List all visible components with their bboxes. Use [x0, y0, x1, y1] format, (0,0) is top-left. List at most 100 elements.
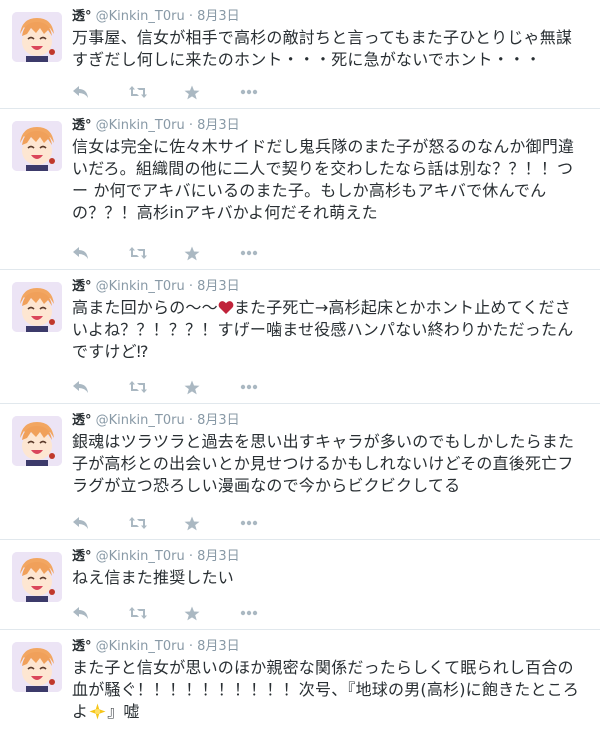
tweet-text-segment: また子死亡→高杉起床とかホント止めてくださ — [233, 298, 571, 317]
heart-icon — [218, 301, 234, 314]
retweet-button[interactable] — [128, 514, 184, 532]
user-name[interactable]: 透° — [72, 549, 92, 564]
tweet-line: よ』嘘 — [72, 701, 592, 723]
retweet-icon — [129, 607, 147, 619]
tweet-date[interactable]: 8月3日 — [197, 549, 240, 564]
reply-button[interactable] — [72, 83, 128, 101]
tweet-date[interactable]: 8月3日 — [197, 639, 240, 654]
tweet-header: 透° @Kinkin_T0ru · 8月3日 — [72, 117, 240, 135]
user-handle[interactable]: @Kinkin_T0ru — [96, 549, 185, 564]
user-handle[interactable]: @Kinkin_T0ru — [96, 9, 185, 24]
more-button[interactable] — [240, 378, 296, 396]
retweet-button[interactable] — [128, 604, 184, 622]
favorite-button[interactable] — [184, 604, 240, 622]
tweet-text-segment: 』嘘 — [107, 702, 140, 721]
tweet-date[interactable]: 8月3日 — [197, 9, 240, 24]
user-name[interactable]: 透° — [72, 9, 92, 24]
tweet[interactable]: 透° @Kinkin_T0ru · 8月3日 万事屋、信女が相手で高杉の敵討ちと… — [0, 0, 600, 109]
star-icon — [184, 380, 200, 394]
more-dots-icon — [240, 89, 258, 95]
user-name[interactable]: 透° — [72, 639, 92, 654]
favorite-button[interactable] — [184, 244, 240, 262]
star-icon — [184, 606, 200, 620]
retweet-button[interactable] — [128, 244, 184, 262]
tweet-line: いよね？？！？？！すげー噛ませ役感ハンパない終わりかただったん — [72, 320, 574, 339]
retweet-icon — [129, 86, 147, 98]
tweet-text: ねえ信また推奨したい — [72, 567, 592, 589]
retweet-icon — [129, 247, 147, 259]
retweet-icon — [129, 517, 147, 529]
more-dots-icon — [240, 520, 258, 526]
user-name[interactable]: 透° — [72, 118, 92, 133]
more-button[interactable] — [240, 604, 296, 622]
more-button[interactable] — [240, 244, 296, 262]
tweet-date[interactable]: 8月3日 — [197, 413, 240, 428]
reply-icon — [73, 517, 88, 529]
reply-button[interactable] — [72, 378, 128, 396]
tweet-header: 透° @Kinkin_T0ru · 8月3日 — [72, 8, 240, 26]
favorite-button[interactable] — [184, 83, 240, 101]
retweet-button[interactable] — [128, 83, 184, 101]
tweet-line: 高また回からの～～ また子死亡→高杉起床とかホント止めてくださ — [72, 297, 592, 319]
tweet-date[interactable]: 8月3日 — [197, 279, 240, 294]
star-icon — [184, 246, 200, 260]
reply-icon — [73, 86, 88, 98]
tweet-actions — [72, 514, 296, 532]
tweet-line: 銀魂はツラツラと過去を思い出すキャラが多いのでもしかしたらまた — [72, 432, 575, 451]
retweet-button[interactable] — [128, 378, 184, 396]
tweet-line: ー か何でアキバにいるのまた子。もしか高杉もアキバで休んでん — [72, 181, 547, 200]
avatar[interactable] — [12, 416, 62, 466]
tweet-header: 透° @Kinkin_T0ru · 8月3日 — [72, 638, 240, 656]
star-icon — [184, 516, 200, 530]
user-handle[interactable]: @Kinkin_T0ru — [96, 413, 185, 428]
favorite-button[interactable] — [184, 514, 240, 532]
tweet[interactable]: 透° @Kinkin_T0ru · 8月3日 高また回からの～～ また子死亡→高杉… — [0, 270, 600, 404]
avatar[interactable] — [12, 121, 62, 171]
reply-button[interactable] — [72, 514, 128, 532]
favorite-button[interactable] — [184, 378, 240, 396]
avatar[interactable] — [12, 552, 62, 602]
more-dots-icon — [240, 250, 258, 256]
tweet[interactable]: 透° @Kinkin_T0ru · 8月3日 信女は完全に佐々木サイドだし鬼兵隊… — [0, 109, 600, 270]
more-button[interactable] — [240, 83, 296, 101]
tweet-actions — [72, 244, 296, 262]
more-button[interactable] — [240, 514, 296, 532]
tweet-actions — [72, 83, 296, 101]
tweet-line: 子が高杉との出会いとか見せつけるかもしれないけどその直後死亡フ — [72, 454, 574, 473]
reply-icon — [73, 247, 88, 259]
tweet-line: 血が騒ぐ！！！！！！！！！！次号、『地球の男(高杉)に飽きたところ — [72, 680, 580, 699]
tweet-header: 透° @Kinkin_T0ru · 8月3日 — [72, 548, 240, 566]
avatar[interactable] — [12, 642, 62, 692]
reply-icon — [73, 381, 88, 393]
separator-dot: · — [188, 9, 193, 24]
retweet-icon — [129, 381, 147, 393]
tweet-line: すぎだし何しに来たのホント・・・死に急がないでホント・・・ — [72, 50, 542, 69]
tweet-line: ねえ信また推奨したい — [72, 568, 235, 587]
tweet[interactable]: 透° @Kinkin_T0ru · 8月3日 また子と信女が思いのほか親密な関係… — [0, 630, 600, 740]
separator-dot: · — [188, 118, 193, 133]
separator-dot: · — [188, 549, 193, 564]
separator-dot: · — [188, 279, 193, 294]
user-name[interactable]: 透° — [72, 413, 92, 428]
tweet-line: また子と信女が思いのほか親密な関係だったらしくて眠られし百合の — [72, 658, 574, 677]
user-name[interactable]: 透° — [72, 279, 92, 294]
tweet[interactable]: 透° @Kinkin_T0ru · 8月3日 ねえ信また推奨したい — [0, 540, 600, 630]
tweet-text-segment: よ — [72, 702, 89, 721]
tweet[interactable]: 透° @Kinkin_T0ru · 8月3日 銀魂はツラツラと過去を思い出すキャ… — [0, 404, 600, 540]
tweet-text-segment: 高また回からの～～ — [72, 298, 218, 317]
tweet-header: 透° @Kinkin_T0ru · 8月3日 — [72, 412, 240, 430]
separator-dot: · — [188, 413, 193, 428]
avatar[interactable] — [12, 282, 62, 332]
reply-button[interactable] — [72, 604, 128, 622]
star-icon — [184, 85, 200, 99]
tweet-line: ですけど⁉ — [72, 342, 149, 361]
user-handle[interactable]: @Kinkin_T0ru — [96, 118, 185, 133]
tweet-date[interactable]: 8月3日 — [197, 118, 240, 133]
tweet-line: いだろ。組織間の他に二人で契りを交わしたなら話は別な？？！！つ — [72, 159, 574, 178]
tweet-text: 銀魂はツラツラと過去を思い出すキャラが多いのでもしかしたらまた 子が高杉との出会… — [72, 431, 592, 497]
avatar[interactable] — [12, 12, 62, 62]
tweet-line: 万事屋、信女が相手で高杉の敵討ちと言ってもまた子ひとりじゃ無謀 — [72, 28, 573, 47]
user-handle[interactable]: @Kinkin_T0ru — [96, 279, 185, 294]
reply-button[interactable] — [72, 244, 128, 262]
user-handle[interactable]: @Kinkin_T0ru — [96, 639, 185, 654]
